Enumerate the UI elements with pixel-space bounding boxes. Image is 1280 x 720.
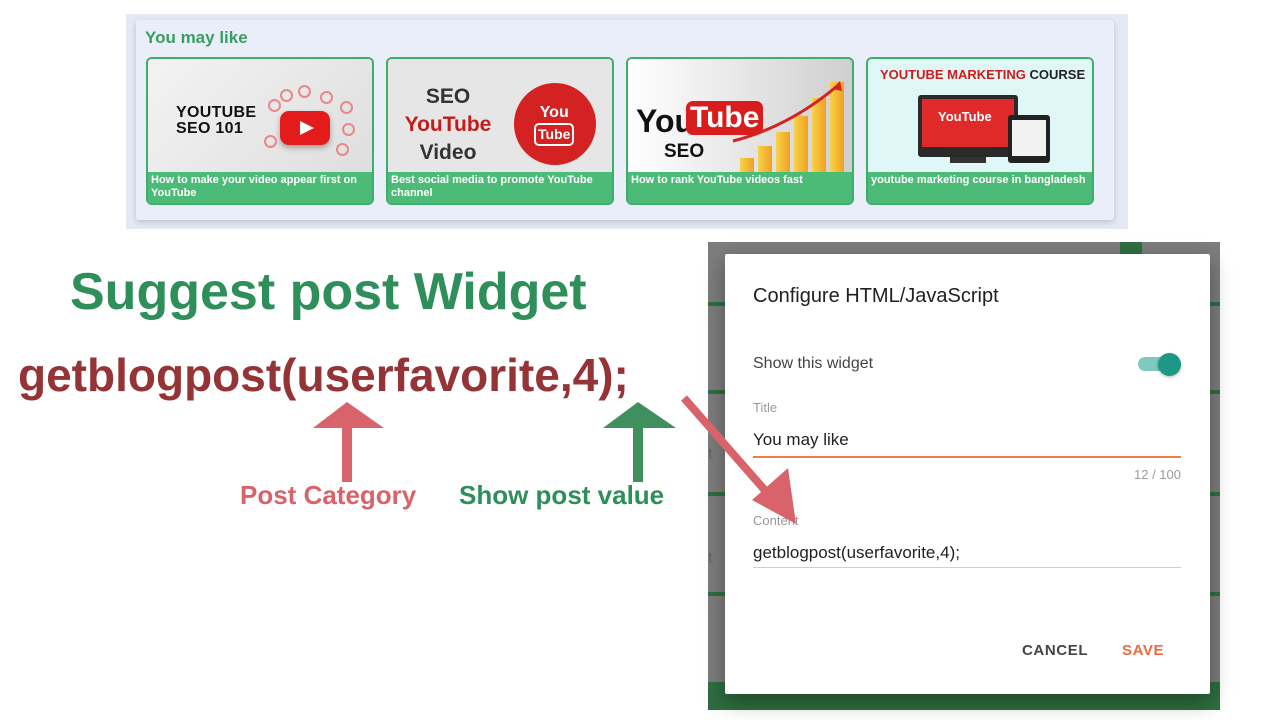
show-post-value-arrow xyxy=(603,402,676,482)
annotation-arrows xyxy=(313,395,796,524)
content-pointer-arrow xyxy=(680,395,796,524)
post-category-arrow xyxy=(313,402,384,482)
